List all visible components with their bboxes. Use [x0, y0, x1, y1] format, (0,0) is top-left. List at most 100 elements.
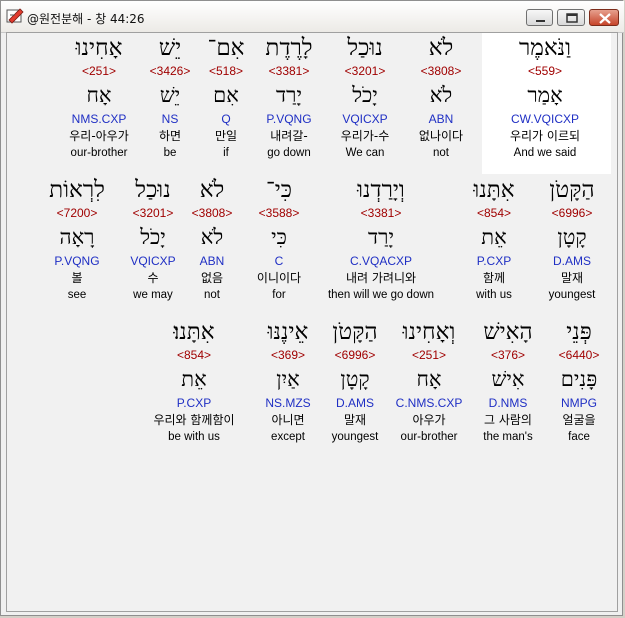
korean-gloss: 얼굴을: [562, 413, 596, 427]
minimize-button[interactable]: [526, 9, 553, 26]
word-column[interactable]: פְּנֵי <6440> פָּנִים NMPG 얼굴을 face: [559, 317, 600, 445]
english-gloss: be with us: [168, 431, 220, 443]
hebrew-word: אִם־: [207, 35, 245, 61]
strong-number-link[interactable]: <251>: [69, 63, 129, 80]
morphology-code: D.AMS: [335, 396, 374, 410]
hebrew-word: אִתָּנוּ: [473, 177, 515, 203]
korean-gloss: 함께: [482, 271, 506, 285]
lexical-form: לֹא: [429, 83, 453, 107]
english-gloss: go down: [267, 147, 311, 159]
word-column[interactable]: אָחִינוּ <251> אָח NMS.CXP 우리-아우가 our-brother: [69, 33, 129, 161]
strong-number-link[interactable]: <251>: [396, 347, 463, 364]
word-column[interactable]: הַקָּטֹן <6996> קָטָן D.AMS 말재 youngest: [549, 175, 596, 303]
strong-number-link[interactable]: <369>: [265, 347, 310, 364]
word-column[interactable]: וְאָחִינוּ <251> אָח C.NMS.CXP 아우가 our-brothe…: [396, 317, 463, 445]
hebrew-word: הַקָּטֹן: [549, 177, 595, 203]
strong-number-link[interactable]: <559>: [510, 63, 580, 80]
korean-gloss: 우리-아우가: [69, 129, 129, 143]
title-bar[interactable]: @원전분해 - 창 44:26: [1, 1, 624, 33]
word-column[interactable]: נוּכַל <3201> יָכֹל VQICXP 우리가-수 We can: [341, 33, 390, 161]
lexical-form: יָרַד: [368, 225, 394, 249]
word-column[interactable]: לֹא <3808> לֹא ABN 없음 not: [192, 175, 233, 303]
english-gloss: if: [223, 147, 229, 159]
hebrew-word: אָחִינוּ: [75, 35, 123, 61]
hebrew-word: לֹא: [428, 35, 454, 61]
korean-gloss: 만일: [214, 129, 238, 143]
word-column[interactable]: הַקָּטֹן <6996> קָטָן D.AMS 말재 youngest: [332, 317, 379, 445]
korean-gloss: 수: [147, 271, 159, 285]
lexical-form: יֵשׁ: [159, 83, 181, 107]
morphology-code: P.VQNG: [266, 112, 312, 126]
english-gloss: not: [432, 147, 449, 159]
korean-gloss: 없나이다: [418, 129, 464, 143]
word-column[interactable]: לֹא <3808> לֹא ABN 없나이다 not: [419, 33, 463, 161]
maximize-icon: [566, 13, 578, 23]
lexical-form: רָאָה: [59, 225, 95, 249]
maximize-button[interactable]: [557, 9, 585, 26]
strong-number-link[interactable]: <518>: [208, 63, 245, 80]
word-column[interactable]: הָאִישׁ <376> אִישׁ D.NMS 그 사람의 the man's: [483, 317, 533, 445]
lexical-form: קָטָן: [557, 225, 587, 249]
strong-number-link[interactable]: <3426>: [150, 63, 191, 80]
english-gloss: our-brother: [400, 431, 458, 443]
morphology-code: VQICXP: [130, 254, 176, 268]
korean-gloss: 내려갈-: [270, 129, 308, 143]
strong-number-link[interactable]: <3808>: [419, 63, 463, 80]
strong-number-link[interactable]: <3201>: [130, 205, 175, 222]
lexical-form: אֵת: [481, 225, 507, 249]
word-column[interactable]: לִרְאוֹת <7200> רָאָה P.VQNG 볼 see: [49, 175, 105, 303]
hebrew-word: לִרְאוֹת: [49, 177, 105, 203]
morphology-code: P.VQNG: [54, 254, 100, 268]
strong-number-link[interactable]: <854>: [153, 347, 234, 364]
hebrew-word: וְאָחִינוּ: [402, 319, 456, 345]
lexical-form: פָּנִים: [560, 367, 598, 391]
word-column[interactable]: וְיָרַדְנוּ <3381> יָרַד C.VQACXP 내려 가려니와 the…: [328, 175, 434, 303]
english-gloss: see: [67, 289, 87, 301]
word-column[interactable]: נוּכַל <3201> יָכֹל VQICXP 수 we may: [130, 175, 175, 303]
hebrew-word: נוּכַל: [135, 177, 171, 203]
english-gloss: And we said: [513, 147, 577, 159]
app-window: @원전분해 - 창 44:26 וַנֹּאמֶר <559> אָמַר CW.VQ…: [0, 0, 624, 616]
word-column[interactable]: וַנֹּאמֶר <559> אָמַר CW.VQICXP 우리가 이르되 And w…: [510, 33, 580, 161]
strong-number-link[interactable]: <3588>: [257, 205, 301, 222]
lexical-form: קָטָן: [340, 367, 370, 391]
strong-number-link[interactable]: <3808>: [192, 205, 233, 222]
strong-number-link[interactable]: <854>: [473, 205, 514, 222]
korean-gloss: 말재: [343, 413, 367, 427]
korean-gloss: 볼: [71, 271, 83, 285]
hebrew-word: וַנֹּאמֶר: [518, 35, 572, 61]
strong-number-link[interactable]: <7200>: [49, 205, 105, 222]
morphology-code: P.CXP: [176, 396, 212, 410]
word-column[interactable]: לָרֶדֶת <3381> יָרַד P.VQNG 내려갈-go down: [265, 33, 312, 161]
word-column[interactable]: יֵשׁ <3426> יֵשׁ NS 하면 be: [150, 33, 191, 161]
lexical-form: אִישׁ: [491, 367, 525, 391]
strong-number-link[interactable]: <6996>: [332, 347, 379, 364]
morphology-code: NMS.CXP: [71, 112, 127, 126]
word-column[interactable]: אֵינֶנּוּ <369> אַיִן NS.MZS 아니면 except: [265, 317, 310, 445]
morphology-code: NS.MZS: [265, 396, 311, 410]
strong-number-link[interactable]: <6996>: [549, 205, 596, 222]
word-column[interactable]: כִּי־ <3588> כִּי C 이니이다 for: [257, 175, 301, 303]
lexical-form: יָכֹל: [352, 83, 378, 107]
lexical-form: כִּי: [271, 225, 287, 249]
english-gloss: face: [568, 431, 590, 443]
korean-gloss: 우리와 함께함이: [153, 413, 235, 427]
close-button[interactable]: [589, 9, 619, 26]
word-column[interactable]: אִתָּנוּ <854> אֵת P.CXP 함께 with us: [473, 175, 514, 303]
hebrew-word: נוּכַל: [347, 35, 383, 61]
strong-number-link[interactable]: <3201>: [341, 63, 390, 80]
hebrew-word: לֹא: [199, 177, 225, 203]
morphology-code: D.AMS: [552, 254, 591, 268]
korean-gloss: 그 사람의: [484, 413, 532, 427]
strong-number-link[interactable]: <6440>: [559, 347, 600, 364]
word-column[interactable]: אִם־ <518> אִם Q 만일 if: [208, 33, 245, 161]
strong-number-link[interactable]: <3381>: [265, 63, 312, 80]
morphology-code: C: [274, 254, 284, 268]
strong-number-link[interactable]: <376>: [483, 347, 533, 364]
minimize-icon: [536, 20, 545, 22]
lexical-form: אֵת: [181, 367, 207, 391]
word-column[interactable]: אִתָּנוּ׃ <854> אֵת P.CXP 우리와 함께함이 be with us: [153, 317, 234, 445]
strong-number-link[interactable]: <3381>: [328, 205, 434, 222]
morphology-code: C.NMS.CXP: [395, 396, 463, 410]
english-gloss: youngest: [331, 431, 379, 443]
